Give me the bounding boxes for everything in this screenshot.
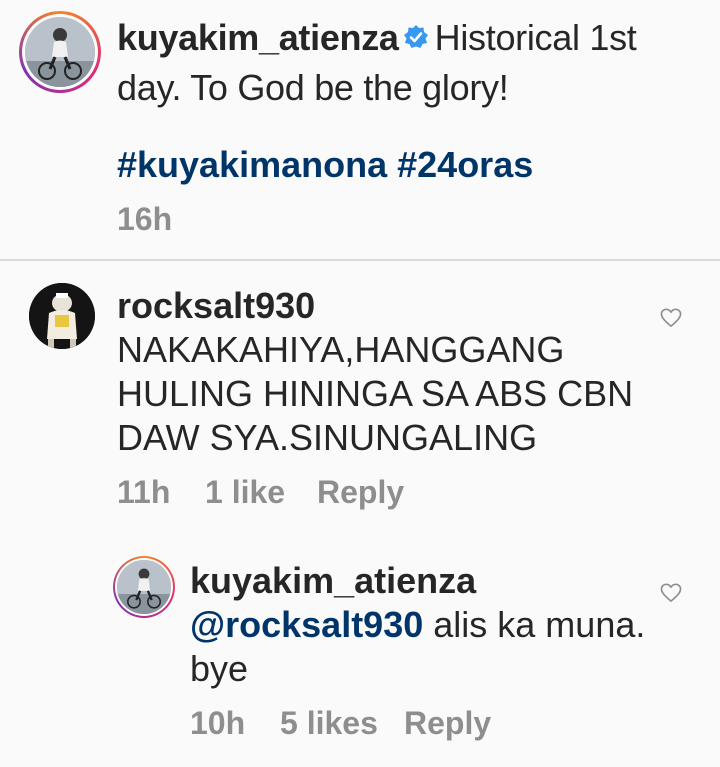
verified-badge-icon [403, 25, 428, 49]
reply-button[interactable]: Reply [404, 701, 491, 745]
comment-reply: kuyakim_atienza @rocksalt930 alis ka mun… [0, 545, 720, 767]
avatar-photo [117, 560, 171, 614]
caption-timestamp: 16h [117, 201, 173, 237]
hashtag-link[interactable]: #24oras [397, 144, 533, 185]
caption-text-block: kuyakim_atienza Historical 1st day. To G… [117, 13, 697, 113]
comment-timestamp: 11h [117, 474, 171, 510]
caption-author-avatar[interactable] [19, 11, 101, 93]
avatar-photo [25, 17, 95, 87]
avatar-ring-gap [22, 14, 98, 90]
reply-text-block: kuyakim_atienza @rocksalt930 alis ka mun… [190, 559, 660, 691]
post-caption: kuyakim_atienza Historical 1st day. To G… [0, 0, 720, 258]
section-divider [0, 259, 720, 261]
reply-meta: 10h 5 likes Reply [190, 701, 491, 745]
mention-link[interactable]: @rocksalt930 [190, 604, 423, 645]
heart-outline-icon[interactable] [660, 583, 682, 603]
reply-username[interactable]: kuyakim_atienza [190, 559, 660, 603]
reply-button[interactable]: Reply [317, 470, 404, 514]
cyclist-photo-icon [117, 560, 171, 614]
reply-likes[interactable]: 5 likes [280, 701, 404, 745]
character-avatar-icon [29, 283, 95, 349]
instagram-comment-thread: kuyakim_atienza Historical 1st day. To G… [0, 0, 720, 767]
cyclist-photo-icon [25, 17, 95, 87]
caption-hashtags: #kuyakimanona #24oras [117, 140, 533, 190]
comment-likes[interactable]: 1 like [205, 470, 317, 514]
heart-outline-icon[interactable] [660, 308, 682, 328]
reply-author-avatar[interactable] [113, 556, 175, 618]
hashtag-link[interactable]: #kuyakimanona [117, 144, 387, 185]
comment-meta: 11h 1 like Reply [117, 470, 404, 514]
comment-text-block: rocksalt930 NAKAKAHIYA,HANGGANG HULING H… [117, 284, 657, 460]
reply-timestamp: 10h [190, 705, 246, 741]
comment-body: NAKAKAHIYA,HANGGANG HULING HININGA SA AB… [117, 329, 634, 458]
comment: rocksalt930 NAKAKAHIYA,HANGGANG HULING H… [0, 270, 720, 532]
commenter-avatar[interactable] [29, 283, 95, 349]
comment-username[interactable]: rocksalt930 [117, 284, 657, 328]
avatar-ring-gap [115, 558, 173, 616]
caption-username[interactable]: kuyakim_atienza [117, 17, 399, 58]
